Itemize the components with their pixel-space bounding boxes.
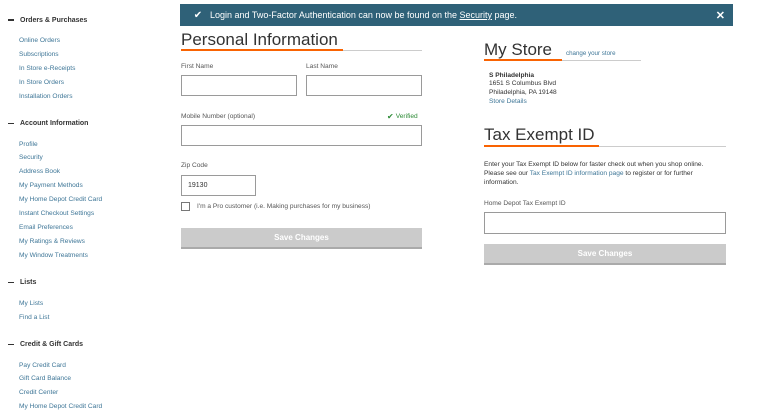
last-name-input[interactable] [306,75,422,96]
title-underline [484,145,599,147]
pro-customer-checkbox[interactable] [181,202,190,211]
title-underline [484,59,562,61]
mobile-label: Mobile Number (optional) [181,113,256,120]
zip-label: Zip Code [181,162,208,169]
sidebar-item-subscriptions[interactable]: Subscriptions [19,48,168,62]
sidebar-item-email-preferences[interactable]: Email Preferences [19,221,168,235]
zip-input[interactable]: 19130 [181,175,256,196]
account-sidebar: Orders & Purchases Online Orders Subscri… [8,14,168,416]
sidebar-item-window-treatments[interactable]: My Window Treatments [19,249,168,263]
section-title: Account Information [20,120,89,128]
sidebar-item-in-store-e-receipts[interactable]: In Store e-Receipts [19,62,168,76]
notification-banner: ✔ Login and Two-Factor Authentication ca… [180,4,733,26]
check-icon: ✔ [387,112,394,121]
sidebar-list: Online Orders Subscriptions In Store e-R… [19,34,168,104]
sidebar-item-online-orders[interactable]: Online Orders [19,34,168,48]
tax-id-input[interactable] [484,212,726,234]
section-title: Orders & Purchases [20,16,88,24]
collapse-icon[interactable] [8,282,14,284]
sidebar-section-account: Account Information Profile Security Add… [8,118,168,263]
personal-info-title: Personal Information [181,30,338,49]
sidebar-item-payment-methods[interactable]: My Payment Methods [19,179,168,193]
store-details-link[interactable]: Store Details [489,98,527,105]
store-name: S Philadelphia [489,72,535,79]
checkmark-icon: ✔ [193,9,203,21]
close-icon[interactable]: ✕ [716,9,725,22]
sidebar-item-credit-card[interactable]: My Home Depot Credit Card [19,193,168,207]
sidebar-item-home-depot-credit-card[interactable]: My Home Depot Credit Card [19,400,168,414]
sidebar-item-pay-credit-card[interactable]: Pay Credit Card [19,359,168,373]
sidebar-item-my-lists[interactable]: My Lists [19,297,168,311]
first-name-label: First Name [181,63,214,70]
mobile-input[interactable] [181,125,422,146]
sidebar-item-installation-orders[interactable]: Installation Orders [19,90,168,104]
verified-status: ✔ Verified [387,112,418,121]
sidebar-item-profile[interactable]: Profile [19,138,168,152]
sidebar-list: My Lists Find a List [19,297,168,325]
section-title: Lists [20,279,37,287]
security-link[interactable]: Security [460,10,493,20]
sidebar-list: Pay Credit Card Gift Card Balance Credit… [19,359,168,415]
title-underline [181,49,343,51]
change-store-link[interactable]: change your store [566,50,616,57]
sidebar-item-security[interactable]: Security [19,151,168,165]
sidebar-list: Profile Security Address Book My Payment… [19,138,168,263]
tax-id-label: Home Depot Tax Exempt ID [484,200,566,207]
section-title: Credit & Gift Cards [20,341,84,348]
my-store-title: My Store [484,40,553,59]
pro-customer-label: I'm a Pro customer (i.e. Making purchase… [197,203,371,210]
sidebar-item-find-a-list[interactable]: Find a List [19,311,168,325]
sidebar-section-orders: Orders & Purchases Online Orders Subscri… [8,14,168,104]
tax-exempt-title: Tax Exempt ID [484,125,595,144]
sidebar-item-gift-card-balance[interactable]: Gift Card Balance [19,372,168,386]
banner-message: Login and Two-Factor Authentication can … [210,10,518,20]
last-name-label: Last Name [306,63,338,70]
collapse-icon[interactable] [8,122,14,125]
first-name-input[interactable] [181,75,297,96]
sidebar-item-in-store-orders[interactable]: In Store Orders [19,76,168,90]
collapse-icon[interactable] [8,19,14,21]
sidebar-item-instant-checkout[interactable]: Instant Checkout Settings [19,207,168,221]
sidebar-item-address-book[interactable]: Address Book [19,165,168,179]
sidebar-section-credit: Credit & Gift Cards Pay Credit Card Gift… [8,339,168,415]
sidebar-item-credit-center[interactable]: Credit Center [19,386,168,400]
tax-exempt-info-link[interactable]: Tax Exempt ID information page [530,170,624,177]
section-header-account[interactable]: Account Information [8,118,168,130]
section-header-lists[interactable]: Lists [8,277,168,289]
section-header-credit[interactable]: Credit & Gift Cards [8,339,168,351]
store-address-line2: Philadelphia, PA 19148 [489,89,557,96]
sidebar-section-lists: Lists My Lists Find a List [8,277,168,325]
save-changes-button[interactable]: Save Changes [181,228,422,249]
tax-exempt-description: Enter your Tax Exempt ID below for faste… [484,161,704,186]
tax-save-changes-button[interactable]: Save Changes [484,244,726,265]
collapse-icon[interactable] [8,343,14,346]
section-header-orders[interactable]: Orders & Purchases [8,14,168,26]
store-address-line1: 1651 S Columbus Blvd [489,80,557,87]
sidebar-item-ratings-reviews[interactable]: My Ratings & Reviews [19,235,168,249]
